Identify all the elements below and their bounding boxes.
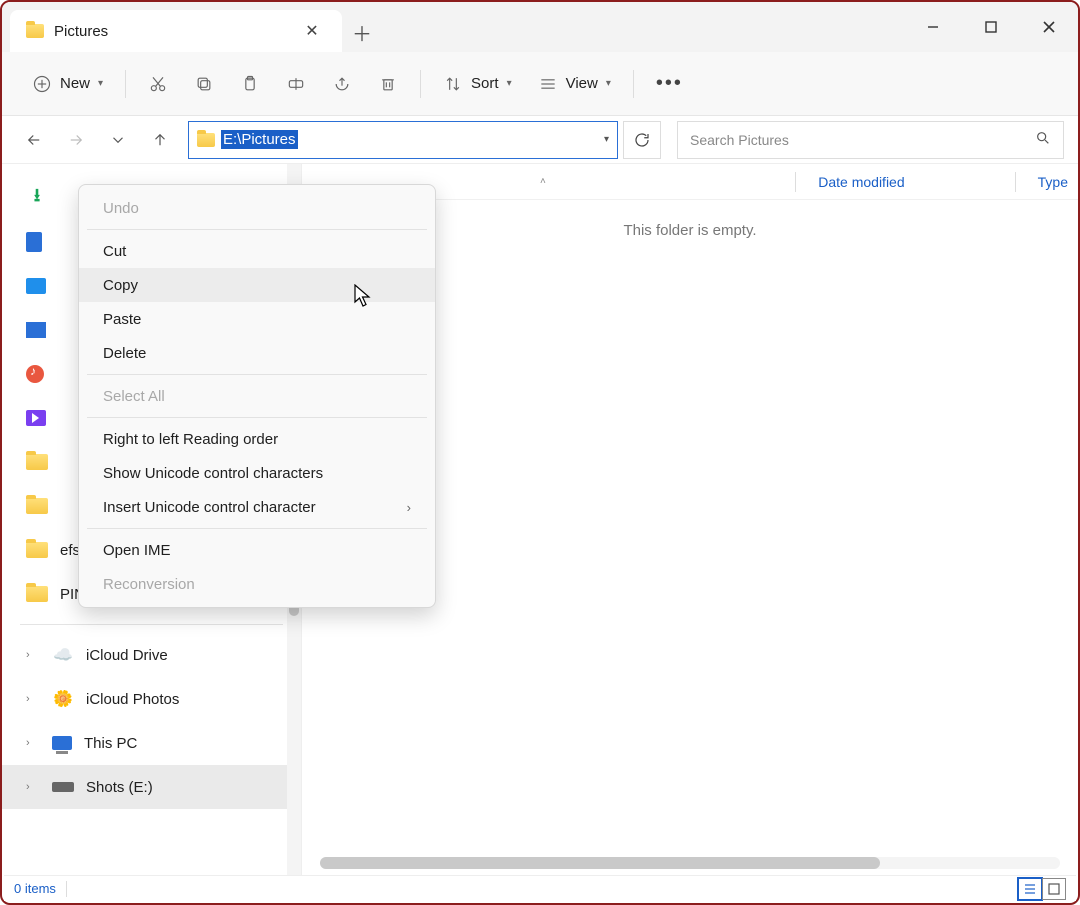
tab-bar: Pictures ✕ ＋ bbox=[2, 2, 1078, 52]
separator bbox=[795, 172, 796, 192]
up-button[interactable] bbox=[142, 122, 178, 158]
folder-icon bbox=[26, 586, 48, 602]
view-button[interactable]: View ▾ bbox=[528, 64, 621, 104]
context-paste[interactable]: Paste bbox=[79, 302, 435, 336]
minimize-button[interactable] bbox=[904, 2, 962, 52]
video-icon bbox=[26, 410, 46, 426]
folder-icon bbox=[26, 542, 48, 558]
address-bar[interactable]: E:\Pictures ▾ bbox=[188, 121, 618, 159]
expand-icon[interactable]: › bbox=[26, 781, 40, 793]
share-button[interactable] bbox=[322, 64, 362, 104]
sort-button[interactable]: Sort ▾ bbox=[433, 64, 522, 104]
pc-icon bbox=[52, 736, 72, 750]
navigation-row: E:\Pictures ▾ Search Pictures bbox=[2, 116, 1078, 164]
tab-pictures[interactable]: Pictures ✕ bbox=[10, 10, 342, 52]
context-menu: Undo Cut Copy Paste Delete Select All Ri… bbox=[78, 184, 436, 608]
context-reconversion: Reconversion bbox=[79, 567, 435, 601]
context-insert-unicode[interactable]: Insert Unicode control character› bbox=[79, 490, 435, 524]
tiles-icon bbox=[26, 322, 46, 338]
address-path[interactable]: E:\Pictures bbox=[221, 130, 298, 149]
details-view-toggle[interactable] bbox=[1018, 878, 1042, 900]
context-cut[interactable]: Cut bbox=[79, 234, 435, 268]
view-label: View bbox=[566, 75, 598, 92]
copy-button[interactable] bbox=[184, 64, 224, 104]
chevron-down-icon: ▾ bbox=[98, 78, 103, 89]
pictures-icon bbox=[26, 278, 46, 294]
drive-icon bbox=[52, 782, 74, 792]
sidebar-item-icloud-photos[interactable]: ›🌼iCloud Photos bbox=[2, 677, 301, 721]
context-open-ime[interactable]: Open IME bbox=[79, 533, 435, 567]
column-date-modified[interactable]: Date modified bbox=[808, 174, 914, 190]
expand-icon[interactable]: › bbox=[26, 693, 40, 705]
sort-label: Sort bbox=[471, 75, 499, 92]
view-toggles bbox=[1018, 878, 1066, 900]
sidebar-item-this-pc[interactable]: ›This PC bbox=[2, 721, 301, 765]
expand-icon[interactable]: › bbox=[26, 649, 40, 661]
thumbnails-view-toggle[interactable] bbox=[1042, 878, 1066, 900]
separator bbox=[87, 417, 427, 418]
rename-button[interactable] bbox=[276, 64, 316, 104]
tab-title: Pictures bbox=[54, 23, 108, 40]
cut-button[interactable] bbox=[138, 64, 178, 104]
close-window-button[interactable] bbox=[1020, 2, 1078, 52]
separator bbox=[87, 229, 427, 230]
recent-locations-button[interactable] bbox=[100, 122, 136, 158]
mouse-cursor bbox=[354, 284, 372, 308]
folder-icon bbox=[26, 454, 48, 470]
chevron-up-icon[interactable]: ˄ bbox=[532, 176, 546, 187]
new-tab-button[interactable]: ＋ bbox=[342, 12, 382, 52]
chevron-down-icon[interactable]: ▾ bbox=[604, 134, 609, 145]
new-label: New bbox=[60, 75, 90, 92]
separator bbox=[125, 70, 126, 98]
context-undo: Undo bbox=[79, 191, 435, 225]
folder-icon bbox=[26, 24, 44, 38]
paste-button[interactable] bbox=[230, 64, 270, 104]
search-input[interactable]: Search Pictures bbox=[677, 121, 1064, 159]
sidebar-item-shots-e[interactable]: ›Shots (E:) bbox=[2, 765, 301, 809]
status-items: 0 items bbox=[14, 881, 56, 896]
close-tab-button[interactable]: ✕ bbox=[298, 17, 326, 45]
context-show-unicode[interactable]: Show Unicode control characters bbox=[79, 456, 435, 490]
context-select-all: Select All bbox=[79, 379, 435, 413]
search-icon[interactable] bbox=[1035, 130, 1051, 149]
expand-icon[interactable]: › bbox=[26, 737, 40, 749]
content-hscrollbar[interactable] bbox=[320, 857, 1060, 869]
chevron-down-icon: ▾ bbox=[606, 78, 611, 89]
column-type[interactable]: Type bbox=[1028, 174, 1078, 190]
download-icon: ⭳ bbox=[26, 189, 48, 207]
separator bbox=[1015, 172, 1016, 192]
separator bbox=[420, 70, 421, 98]
chevron-down-icon: ▾ bbox=[507, 78, 512, 89]
context-copy[interactable]: Copy bbox=[79, 268, 435, 302]
folder-icon bbox=[26, 498, 48, 514]
chevron-right-icon: › bbox=[407, 500, 411, 515]
separator bbox=[20, 624, 283, 625]
refresh-button[interactable] bbox=[623, 121, 661, 159]
scrollbar-thumb[interactable] bbox=[320, 857, 880, 869]
status-bar: 0 items bbox=[4, 875, 1076, 901]
toolbar: New ▾ Sort ▾ View ▾ ••• bbox=[2, 52, 1078, 116]
cloud-icon: ☁️ bbox=[52, 646, 74, 664]
new-button[interactable]: New ▾ bbox=[22, 64, 113, 104]
music-icon bbox=[26, 365, 44, 383]
separator bbox=[66, 881, 67, 897]
separator bbox=[87, 374, 427, 375]
back-button[interactable] bbox=[16, 122, 52, 158]
more-button[interactable]: ••• bbox=[646, 64, 693, 104]
sidebar-item-icloud-drive[interactable]: ›☁️iCloud Drive bbox=[2, 633, 301, 677]
maximize-button[interactable] bbox=[962, 2, 1020, 52]
context-delete[interactable]: Delete bbox=[79, 336, 435, 370]
folder-icon bbox=[197, 133, 215, 147]
photos-icon: 🌼 bbox=[52, 690, 74, 708]
window-controls bbox=[904, 2, 1078, 52]
search-placeholder: Search Pictures bbox=[690, 132, 789, 148]
context-rtl[interactable]: Right to left Reading order bbox=[79, 422, 435, 456]
forward-button[interactable] bbox=[58, 122, 94, 158]
separator bbox=[87, 528, 427, 529]
document-icon bbox=[26, 232, 42, 252]
delete-button[interactable] bbox=[368, 64, 408, 104]
separator bbox=[633, 70, 634, 98]
